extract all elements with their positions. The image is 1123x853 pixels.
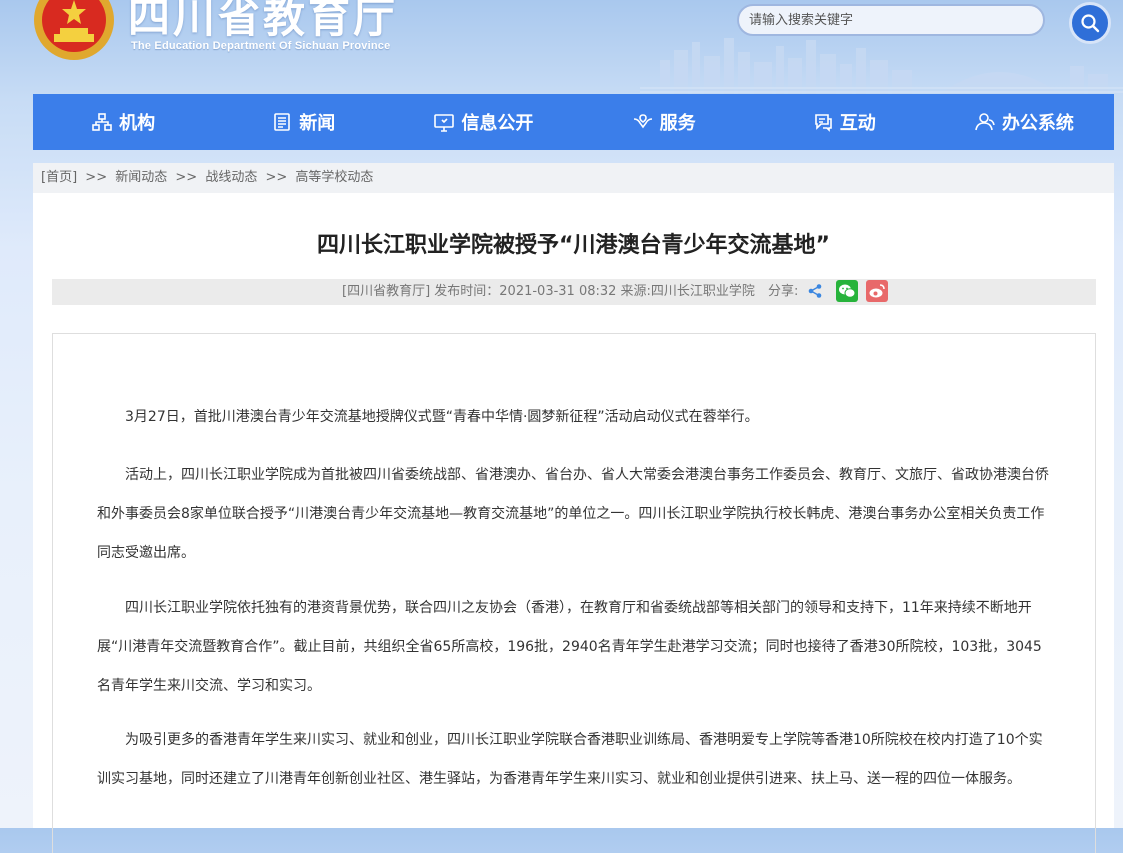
breadcrumb-separator: >> [175,170,198,185]
breadcrumb-home-link[interactable]: [首页] [41,170,77,185]
nav-item-label: 办公系统 [1001,113,1074,134]
article-paragraph: 活动上，四川长江职业学院成为首批被四川省委统战部、省港澳办、省台办、省人大常委会… [97,467,1049,561]
nav-item-label: 互动 [839,113,876,134]
nav-item-office-system[interactable]: 办公系统 [934,94,1114,150]
nav-item-label: 服务 [659,113,696,134]
site-subtitle: The Education Department Of Sichuan Prov… [131,40,391,52]
wechat-share-icon[interactable] [836,280,858,302]
site-title: 四川省教育厅 [128,0,399,42]
search-input[interactable] [737,4,1045,36]
nav-item-label: 新闻 [299,113,336,134]
search-icon [1081,14,1100,33]
search-button[interactable] [1069,2,1111,44]
city-skyline-graphic [640,38,1123,94]
article-paragraph: 四川长江职业学院依托独有的港资背景优势，联合四川之友协会（香港），在教育厅和省委… [97,600,1042,694]
hands-icon [633,114,652,129]
article-title: 四川长江职业学院被授予“川港澳台青少年交流基地” [317,233,830,258]
monitor-icon [434,114,455,132]
site-header: 四川省教育厅 The Education Department Of Sichu… [0,0,1123,94]
breadcrumb: [首页] >> 新闻动态 >> 战线动态 >> 高等学校动态 [33,163,1114,193]
article-meta-bar: [四川省教育厅] 发布时间：2021-03-31 08:32 来源:四川长江职业… [52,279,1096,305]
article-paragraph: 3月27日，首批川港澳台青少年交流基地授牌仪式暨“青春中华情·圆梦新征程”活动启… [125,409,759,425]
nav-item-organization[interactable]: 机构 [33,94,213,150]
nav-item-interaction[interactable]: 互动 [754,94,934,150]
breadcrumb-frontline-link[interactable]: 战线动态 [205,170,257,185]
breadcrumb-news-link[interactable]: 新闻动态 [115,170,167,185]
nav-item-label: 机构 [119,113,156,134]
nav-item-label: 信息公开 [461,113,534,134]
nav-item-info-disclosure[interactable]: 信息公开 [393,94,573,150]
main-nav: 机构 新闻 信息公开 服务 互动 办公系统 [33,94,1114,150]
article-container: 四川长江职业学院被授予“川港澳台青少年交流基地” [四川省教育厅] 发布时间：2… [33,193,1114,853]
org-chart-icon [92,113,112,131]
chat-icon [814,114,832,132]
breadcrumb-higher-ed-link[interactable]: 高等学校动态 [295,170,373,185]
weibo-share-icon[interactable] [866,280,888,302]
article-paragraph: 为吸引更多的香港青年学生来川实习、就业和创业，四川长江职业学院联合香港职业训练局… [97,732,1043,787]
breadcrumb-separator: >> [265,170,288,185]
national-emblem-icon [34,0,114,60]
newspaper-icon [274,113,291,131]
article-body: 3月27日，首批川港澳台青少年交流基地授牌仪式暨“青春中华情·圆梦新征程”活动启… [52,333,1096,853]
breadcrumb-separator: >> [85,170,108,185]
article-meta: [四川省教育厅] 发布时间：2021-03-31 08:32 来源:四川长江职业… [342,284,755,299]
share-label: 分享: [768,284,799,299]
nav-item-service[interactable]: 服务 [574,94,754,150]
user-icon [975,113,995,131]
nav-item-news[interactable]: 新闻 [213,94,393,150]
share-icon[interactable] [804,280,826,302]
